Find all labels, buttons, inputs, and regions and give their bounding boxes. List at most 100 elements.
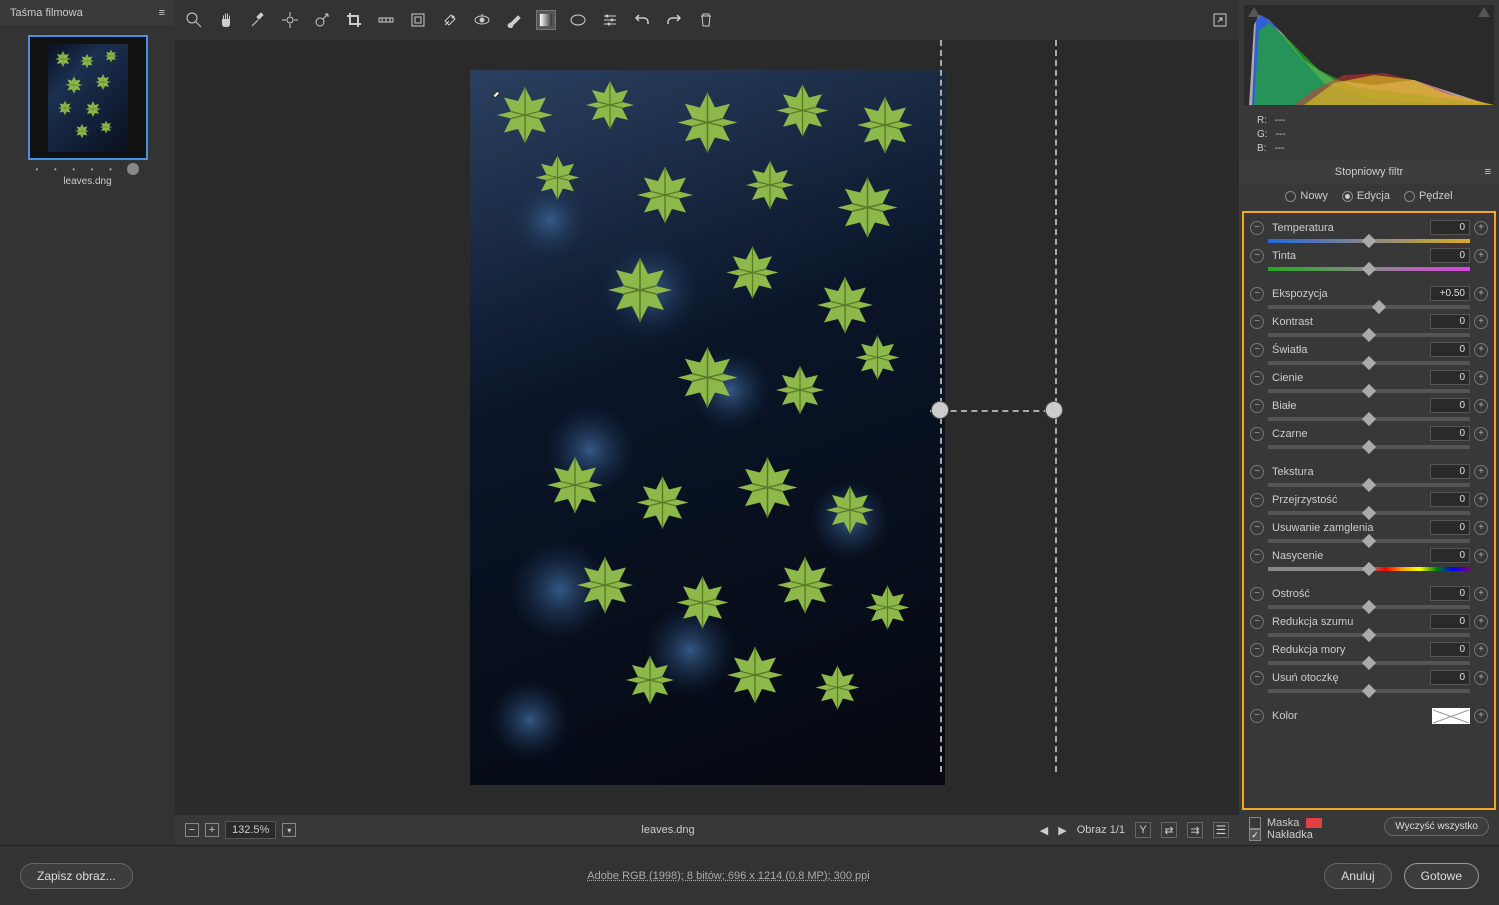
- tekstura-value[interactable]: [1430, 464, 1470, 479]
- mora-value[interactable]: [1430, 642, 1470, 657]
- swiatla-slider[interactable]: [1268, 361, 1470, 365]
- color-sampler-icon[interactable]: [281, 11, 299, 29]
- tinta-value[interactable]: [1430, 248, 1470, 263]
- clear-all-button[interactable]: Wyczyść wszystko: [1384, 817, 1489, 836]
- view-toggle-plus[interactable]: +: [205, 823, 219, 837]
- ostrosc-minus[interactable]: −: [1250, 587, 1264, 601]
- highlight-clip-icon[interactable]: [1478, 7, 1490, 17]
- view-toggle-minus[interactable]: −: [185, 823, 199, 837]
- hand-icon[interactable]: [217, 11, 235, 29]
- mora-minus[interactable]: −: [1250, 643, 1264, 657]
- zoom-level[interactable]: 132.5%: [225, 821, 276, 839]
- cienie-minus[interactable]: −: [1250, 371, 1264, 385]
- swap-icon[interactable]: ⇄: [1161, 822, 1177, 838]
- temperatura-value[interactable]: [1430, 220, 1470, 235]
- ostrosc-slider[interactable]: [1268, 605, 1470, 609]
- dehaze-minus[interactable]: −: [1250, 521, 1264, 535]
- mask-color-swatch[interactable]: [1305, 817, 1323, 829]
- otoczka-plus[interactable]: +: [1474, 671, 1488, 685]
- ekspozycja-plus[interactable]: +: [1474, 287, 1488, 301]
- redeye-icon[interactable]: [473, 11, 491, 29]
- targeted-adjust-icon[interactable]: [313, 11, 331, 29]
- kolor-plus[interactable]: +: [1474, 709, 1488, 723]
- tinta-minus[interactable]: −: [1250, 249, 1264, 263]
- szum-plus[interactable]: +: [1474, 615, 1488, 629]
- graduated-filter-icon[interactable]: [537, 11, 555, 29]
- przejrzystosc-slider[interactable]: [1268, 511, 1470, 515]
- temperatura-minus[interactable]: −: [1250, 221, 1264, 235]
- otoczka-value[interactable]: [1430, 670, 1470, 685]
- spot-removal-icon[interactable]: [441, 11, 459, 29]
- szum-value[interactable]: [1430, 614, 1470, 629]
- kolor-swatch[interactable]: [1432, 708, 1470, 724]
- panel-menu-icon[interactable]: ≡: [1485, 166, 1491, 178]
- done-button[interactable]: Gotowe: [1404, 863, 1479, 889]
- biale-slider[interactable]: [1268, 417, 1470, 421]
- swiatla-minus[interactable]: −: [1250, 343, 1264, 357]
- radial-filter-icon[interactable]: [569, 11, 587, 29]
- czarne-plus[interactable]: +: [1474, 427, 1488, 441]
- filmstrip-thumbnail[interactable]: ••••• leaves.dng: [28, 35, 148, 187]
- histogram[interactable]: [1244, 5, 1494, 105]
- next-image-icon[interactable]: ▶: [1058, 824, 1066, 837]
- przejrzystosc-minus[interactable]: −: [1250, 493, 1264, 507]
- mode-new[interactable]: Nowy: [1285, 190, 1328, 202]
- przejrzystosc-plus[interactable]: +: [1474, 493, 1488, 507]
- ekspozycja-value[interactable]: [1430, 286, 1470, 301]
- temperatura-slider[interactable]: [1268, 239, 1470, 243]
- adjustment-brush-icon[interactable]: [505, 11, 523, 29]
- settings-icon[interactable]: ☰: [1213, 822, 1229, 838]
- overlay-checkbox[interactable]: ✓: [1249, 829, 1261, 841]
- ostrosc-value[interactable]: [1430, 586, 1470, 601]
- kolor-minus[interactable]: −: [1250, 709, 1264, 723]
- image-info[interactable]: Adobe RGB (1998); 8 bitów; 696 x 1214 (0…: [133, 870, 1325, 882]
- czarne-slider[interactable]: [1268, 445, 1470, 449]
- gradient-pin-end[interactable]: [1045, 401, 1063, 419]
- redo-icon[interactable]: [665, 11, 683, 29]
- dehaze-slider[interactable]: [1268, 539, 1470, 543]
- ekspozycja-slider[interactable]: [1268, 305, 1470, 309]
- wb-eyedropper-icon[interactable]: [249, 11, 267, 29]
- save-image-button[interactable]: Zapisz obraz...: [20, 863, 133, 889]
- dehaze-value[interactable]: [1430, 520, 1470, 535]
- biale-minus[interactable]: −: [1250, 399, 1264, 413]
- nasycenie-slider[interactable]: [1268, 567, 1470, 571]
- image-canvas[interactable]: [175, 40, 1239, 815]
- zoom-icon[interactable]: [185, 11, 203, 29]
- before-after-icon[interactable]: Y: [1135, 822, 1151, 838]
- cancel-button[interactable]: Anuluj: [1324, 863, 1391, 889]
- otoczka-minus[interactable]: −: [1250, 671, 1264, 685]
- przejrzystosc-value[interactable]: [1430, 492, 1470, 507]
- thumb-rating[interactable]: •••••: [28, 164, 148, 174]
- tekstura-slider[interactable]: [1268, 483, 1470, 487]
- cienie-value[interactable]: [1430, 370, 1470, 385]
- tekstura-minus[interactable]: −: [1250, 465, 1264, 479]
- ostrosc-plus[interactable]: +: [1474, 587, 1488, 601]
- mora-plus[interactable]: +: [1474, 643, 1488, 657]
- mask-checkbox[interactable]: [1249, 817, 1261, 829]
- cienie-plus[interactable]: +: [1474, 371, 1488, 385]
- straighten-icon[interactable]: [377, 11, 395, 29]
- tinta-plus[interactable]: +: [1474, 249, 1488, 263]
- prev-image-icon[interactable]: ◀: [1040, 824, 1048, 837]
- mora-slider[interactable]: [1268, 661, 1470, 665]
- kontrast-plus[interactable]: +: [1474, 315, 1488, 329]
- crop-icon[interactable]: [345, 11, 363, 29]
- copy-settings-icon[interactable]: ⇉: [1187, 822, 1203, 838]
- open-object-icon[interactable]: [1211, 11, 1229, 29]
- presets-icon[interactable]: [601, 11, 619, 29]
- trash-icon[interactable]: [697, 11, 715, 29]
- kontrast-minus[interactable]: −: [1250, 315, 1264, 329]
- shadow-clip-icon[interactable]: [1248, 7, 1260, 17]
- czarne-value[interactable]: [1430, 426, 1470, 441]
- tinta-slider[interactable]: [1268, 267, 1470, 271]
- czarne-minus[interactable]: −: [1250, 427, 1264, 441]
- gradient-midline[interactable]: [930, 410, 1060, 412]
- undo-icon[interactable]: [633, 11, 651, 29]
- biale-value[interactable]: [1430, 398, 1470, 413]
- kontrast-value[interactable]: [1430, 314, 1470, 329]
- temperatura-plus[interactable]: +: [1474, 221, 1488, 235]
- mode-edit[interactable]: Edycja: [1342, 190, 1390, 202]
- nasycenie-plus[interactable]: +: [1474, 549, 1488, 563]
- biale-plus[interactable]: +: [1474, 399, 1488, 413]
